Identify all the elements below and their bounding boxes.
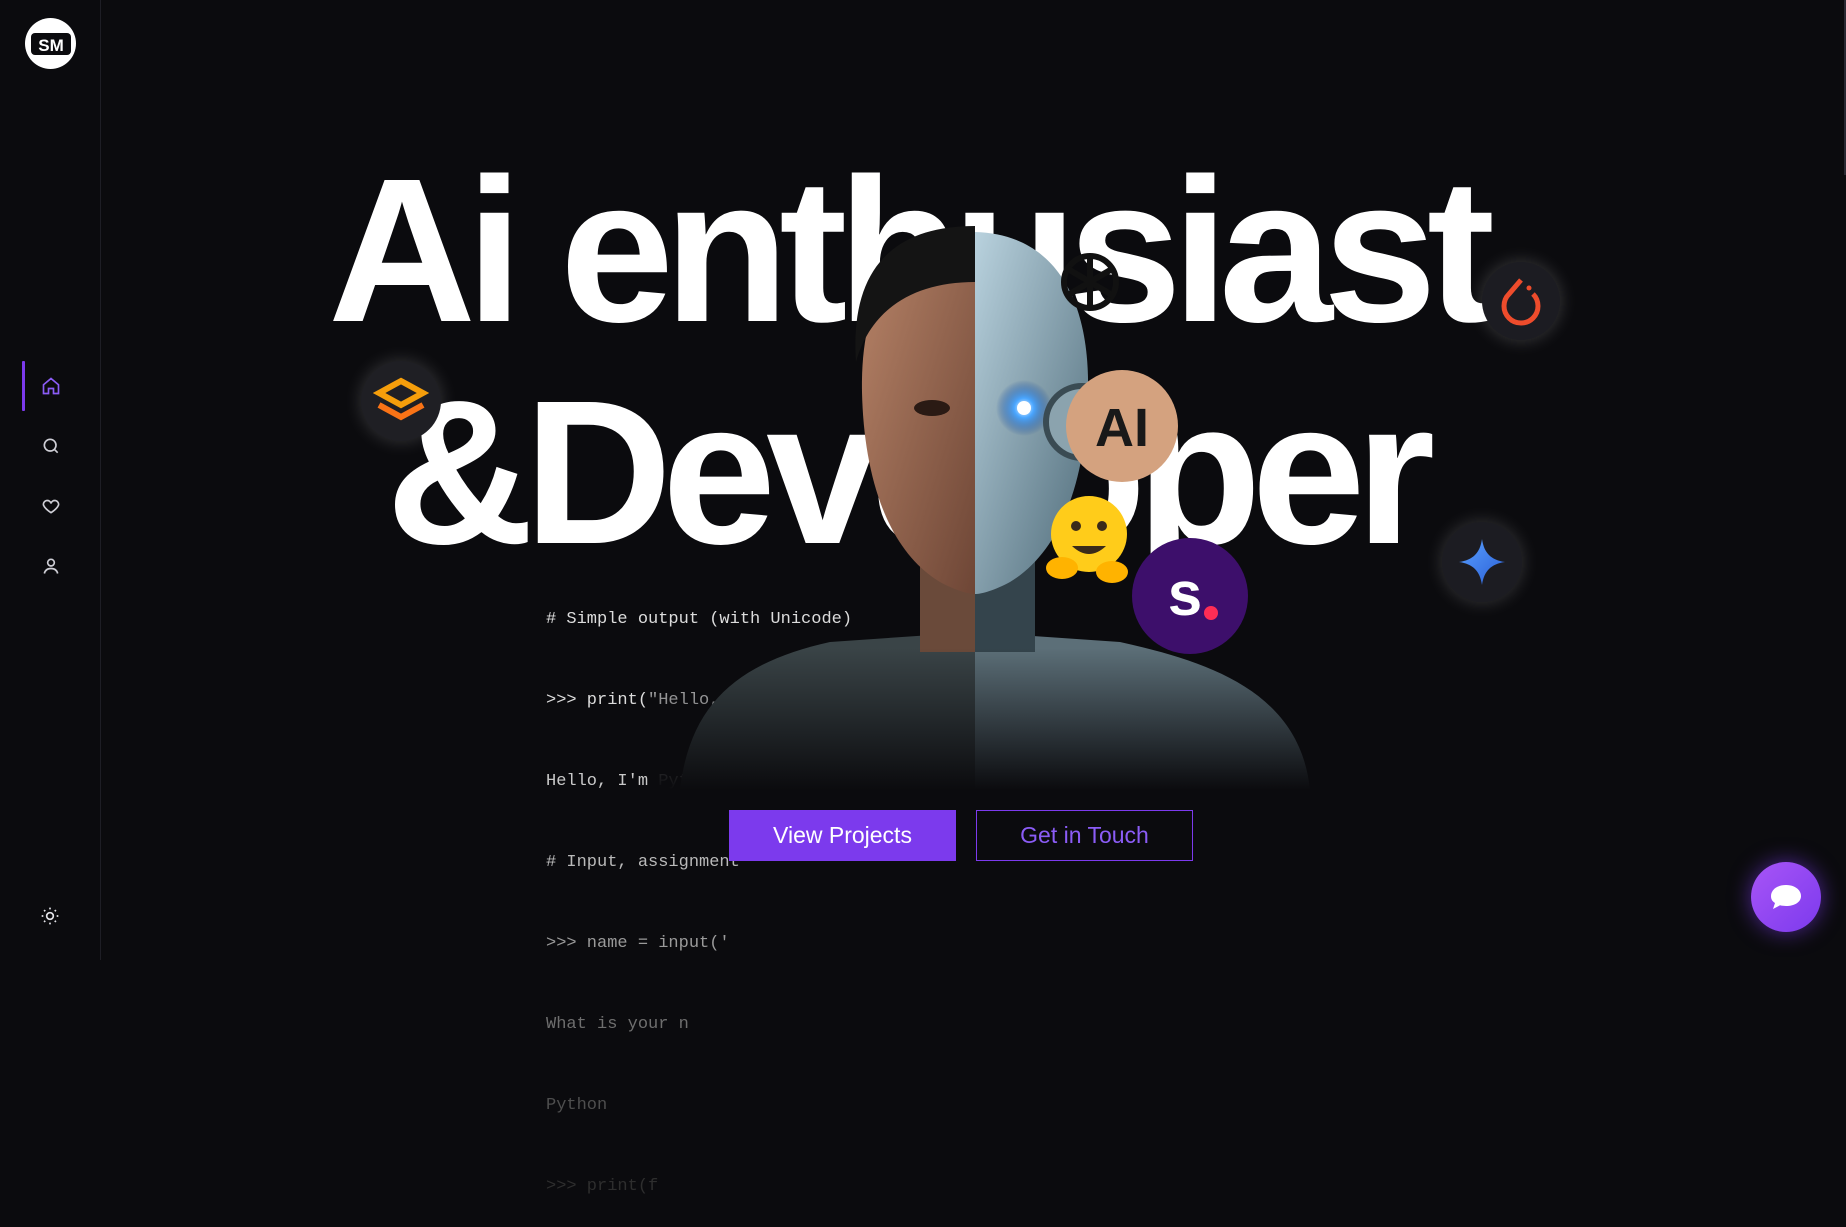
huggingface-icon[interactable] (1042, 490, 1136, 590)
svg-text:SM: SM (38, 36, 64, 55)
sun-icon (41, 907, 59, 925)
sidebar-item-search[interactable] (22, 421, 80, 471)
s-icon[interactable]: s (1132, 538, 1248, 654)
site-logo[interactable]: SM (25, 18, 76, 69)
sidebar-item-favorites[interactable] (22, 481, 80, 531)
logo-mark-icon: SM (30, 32, 71, 55)
code-line: >>> name = input(' (546, 934, 730, 953)
get-in-touch-button[interactable]: Get in Touch (976, 810, 1193, 861)
code-line: >>> print(f (546, 1177, 659, 1196)
gemini-icon[interactable] (1442, 522, 1522, 602)
code-line: Python (546, 1096, 608, 1115)
code-line: What is your n (546, 1015, 689, 1034)
search-icon (43, 438, 59, 454)
home-icon (42, 377, 60, 395)
svg-text:AI: AI (1095, 398, 1149, 456)
sidebar-item-profile[interactable] (22, 541, 80, 591)
svg-text:s: s (1168, 560, 1202, 629)
sidebar-item-home[interactable] (22, 361, 80, 411)
chat-bubble-icon (1771, 885, 1801, 909)
view-projects-button[interactable]: View Projects (729, 810, 956, 861)
pytorch-icon[interactable] (1482, 262, 1560, 340)
chat-button[interactable] (1751, 862, 1821, 932)
anthropic-icon[interactable]: AI (1066, 370, 1178, 482)
sidebar: SM (0, 0, 101, 960)
user-icon (43, 558, 59, 574)
hero-portrait-image (650, 222, 1340, 790)
openai-icon[interactable] (1048, 240, 1132, 324)
heart-icon (42, 499, 60, 514)
stack-icon[interactable] (361, 361, 441, 441)
theme-toggle[interactable] (36, 902, 64, 930)
